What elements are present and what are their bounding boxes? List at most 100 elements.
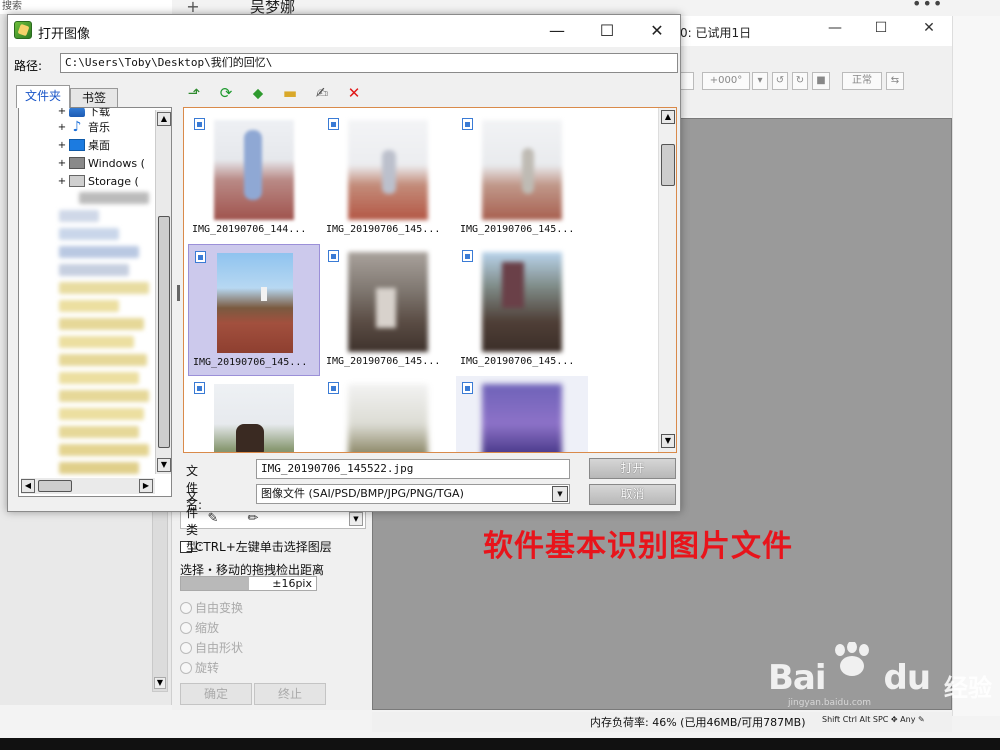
rotate-left-icon[interactable]: ↺ (772, 72, 788, 90)
bookmark-tag-icon[interactable]: ⬥ (248, 83, 268, 103)
blurred-tree-item[interactable] (59, 210, 99, 222)
blurred-tree-item[interactable] (79, 192, 149, 204)
scroll-down-icon[interactable]: ▼ (661, 434, 675, 448)
blurred-tree-item[interactable] (59, 444, 149, 456)
cancel-button[interactable]: 取消 (589, 484, 676, 505)
blurred-tree-item[interactable] (59, 246, 139, 258)
close-icon[interactable]: ✕ (642, 19, 672, 43)
pane-splitter[interactable] (177, 285, 180, 301)
filetype-select[interactable]: 图像文件 (SAI/PSD/BMP/JPG/PNG/TGA) ▼ (256, 484, 570, 504)
radio-rotate[interactable]: 旋转 (180, 659, 219, 676)
rotate-right-icon[interactable]: ↻ (792, 72, 808, 90)
reset-rotation-icon[interactable]: ■ (812, 72, 830, 90)
photo-thumbnail (482, 384, 562, 452)
image-file-icon (328, 118, 339, 130)
search-field[interactable]: 搜索 (0, 0, 172, 14)
scroll-up-icon[interactable]: ▲ (157, 112, 171, 126)
scroll-thumb[interactable] (661, 144, 675, 186)
tab-folders[interactable]: 文件夹 (16, 85, 70, 108)
up-folder-icon[interactable]: ⬏ (184, 83, 204, 103)
rotation-field[interactable]: +000° (702, 72, 750, 90)
ctrl-select-layer-checkbox[interactable]: CTRL+左键单击选择图层 (180, 538, 332, 555)
rename-icon[interactable]: ✍ (312, 83, 332, 103)
blurred-tree-item[interactable] (59, 426, 139, 438)
blurred-tree-item[interactable] (59, 228, 119, 240)
delete-icon[interactable]: ✕ (344, 83, 364, 103)
radio-circle[interactable] (180, 661, 192, 674)
path-input[interactable]: C:\Users\Toby\Desktop\我们的回忆\ (60, 53, 678, 73)
thumbnail-item[interactable] (456, 376, 588, 452)
radio-circle[interactable] (180, 601, 192, 614)
open-button[interactable]: 打开 (589, 458, 676, 479)
thumbnail-item[interactable] (188, 376, 320, 452)
radio-circle[interactable] (180, 621, 192, 634)
radio-free-transform[interactable]: 自由变换 (180, 599, 243, 616)
blurred-tree-item[interactable] (59, 372, 139, 384)
pen-icon[interactable]: ✏ (243, 511, 263, 526)
blend-mode-button[interactable]: 正常 (842, 72, 882, 90)
thumbnail-scrollbar[interactable]: ▲ ▼ (658, 108, 676, 452)
blurred-tree-item[interactable] (59, 282, 149, 294)
tree-item-desktop[interactable]: + 桌面 (57, 136, 110, 154)
refresh-icon[interactable]: ⟳ (216, 83, 236, 103)
blurred-tree-item[interactable] (59, 300, 119, 312)
minimize-icon[interactable]: — (542, 19, 572, 43)
more-options-icon[interactable]: ••• (912, 0, 943, 13)
blurred-tree-item[interactable] (59, 462, 139, 474)
baidu-jingyan-watermark: Bai du 经验 jingyan.baidu.com (768, 642, 1000, 708)
eraser-icon[interactable]: ✎ (203, 511, 223, 526)
tree-item-storage-drive[interactable]: + Storage ( (57, 172, 139, 190)
expand-icon[interactable]: + (57, 140, 67, 151)
close-icon[interactable]: ✕ (914, 20, 944, 36)
blurred-tree-item[interactable] (59, 264, 129, 276)
tree-vertical-scrollbar[interactable]: ▲ ▼ (155, 110, 171, 474)
expand-icon[interactable]: + (57, 122, 67, 133)
blurred-tree-item[interactable] (59, 336, 134, 348)
scroll-down-icon[interactable]: ▼ (157, 458, 171, 472)
tree-item-windows-drive[interactable]: + Windows ( (57, 154, 145, 172)
thumbnail-item[interactable]: IMG_20190706_144... (188, 112, 320, 244)
radio-free-shape[interactable]: 自由形状 (180, 639, 243, 656)
stop-button[interactable]: 终止 (254, 683, 326, 705)
scroll-up-icon[interactable]: ▲ (661, 110, 675, 124)
drag-distance-slider[interactable]: ±16pix (180, 576, 317, 591)
expand-icon[interactable]: + (57, 108, 67, 117)
expand-icon[interactable]: + (57, 176, 67, 187)
radio-scale[interactable]: 缩放 (180, 619, 219, 636)
tree-horizontal-scrollbar[interactable]: ◀ ▶ (21, 478, 155, 494)
confirm-button[interactable]: 确定 (180, 683, 252, 705)
chevron-down-icon[interactable]: ▼ (349, 512, 363, 526)
filename-input[interactable]: IMG_20190706_145522.jpg (256, 459, 570, 479)
blurred-tree-item[interactable] (59, 390, 149, 402)
maximize-icon[interactable]: ☐ (592, 19, 622, 43)
thumbnail-item[interactable] (322, 376, 454, 452)
add-icon[interactable]: + (184, 0, 202, 16)
minimize-icon[interactable]: — (820, 20, 850, 36)
new-folder-icon[interactable]: ▬ (280, 83, 300, 103)
thumbnail-item[interactable]: IMG_20190706_145... (322, 244, 454, 376)
slider-fill (181, 577, 249, 590)
expand-icon[interactable]: + (57, 158, 67, 169)
blurred-tree-item[interactable] (59, 318, 144, 330)
tab-bookmarks[interactable]: 书签 (70, 88, 118, 107)
scroll-thumb[interactable] (158, 216, 170, 448)
scroll-right-icon[interactable]: ▶ (139, 479, 153, 493)
maximize-icon[interactable]: ☐ (866, 20, 896, 36)
radio-circle[interactable] (180, 641, 192, 654)
scroll-left-icon[interactable]: ◀ (21, 479, 35, 493)
modifier-keys-status: Shift Ctrl Alt SPC ✥ Any ✎ (822, 715, 925, 724)
flip-icon[interactable]: ⇆ (886, 72, 904, 90)
rotation-dropdown-icon[interactable]: ▾ (752, 72, 768, 90)
scroll-down-icon[interactable]: ▼ (154, 677, 166, 689)
blurred-tree-item[interactable] (59, 354, 147, 366)
toolbar-control[interactable] (680, 72, 694, 90)
blurred-tree-item[interactable] (59, 408, 144, 420)
thumbnail-item[interactable]: IMG_20190706_145... (456, 244, 588, 376)
filetype-label: 文件类型: (186, 489, 203, 554)
thumbnail-item[interactable]: IMG_20190706_145... (456, 112, 588, 244)
scroll-thumb[interactable] (38, 480, 72, 492)
chevron-down-icon[interactable]: ▼ (552, 486, 568, 502)
tree-item-music[interactable]: + ♪ 音乐 (57, 118, 110, 136)
thumbnail-item-selected[interactable]: IMG_20190706_145... (188, 244, 320, 376)
thumbnail-item[interactable]: IMG_20190706_145... (322, 112, 454, 244)
